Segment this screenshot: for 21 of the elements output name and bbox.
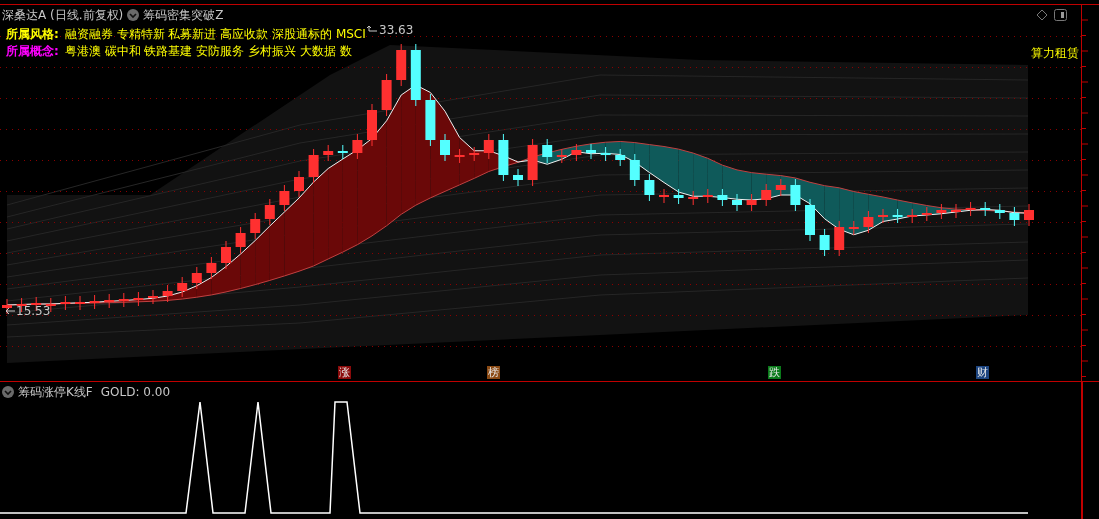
arrow-icon [366,25,378,35]
indicator-name: 筹码密集突破Z [143,7,224,23]
event-tag[interactable]: 财 [976,366,989,379]
concept-text: 算力租赁 [1031,45,1079,62]
category-text: 融资融券 专精特新 私募新进 高应收款 深股通标的 MSCI [64,26,366,43]
arrow-icon [5,307,15,315]
indicator-value: GOLD: 0.00 [100,384,171,400]
category-text: 粤港澳 碳中和 铁路基建 安防服务 乡村振兴 大数据 数 [64,43,352,60]
event-tag[interactable]: 跌 [768,366,781,379]
indicator-name: 筹码涨停K线F [18,384,93,400]
category-label: 所属概念: [6,43,59,60]
event-tag[interactable]: 涨 [338,366,351,379]
high-price-label: 33.63 [379,23,414,37]
dropdown-icon[interactable] [127,9,140,21]
event-tag[interactable]: 榜 [487,366,500,379]
stock-title: 深桑达A (日线.前复权) [2,7,124,23]
category-label: 所属风格: [6,26,59,43]
panel-toggle-icon[interactable] [1054,9,1067,21]
diamond-icon[interactable] [1036,9,1048,21]
low-price-label: 15.53 [16,304,51,318]
dropdown-icon[interactable] [2,386,14,398]
